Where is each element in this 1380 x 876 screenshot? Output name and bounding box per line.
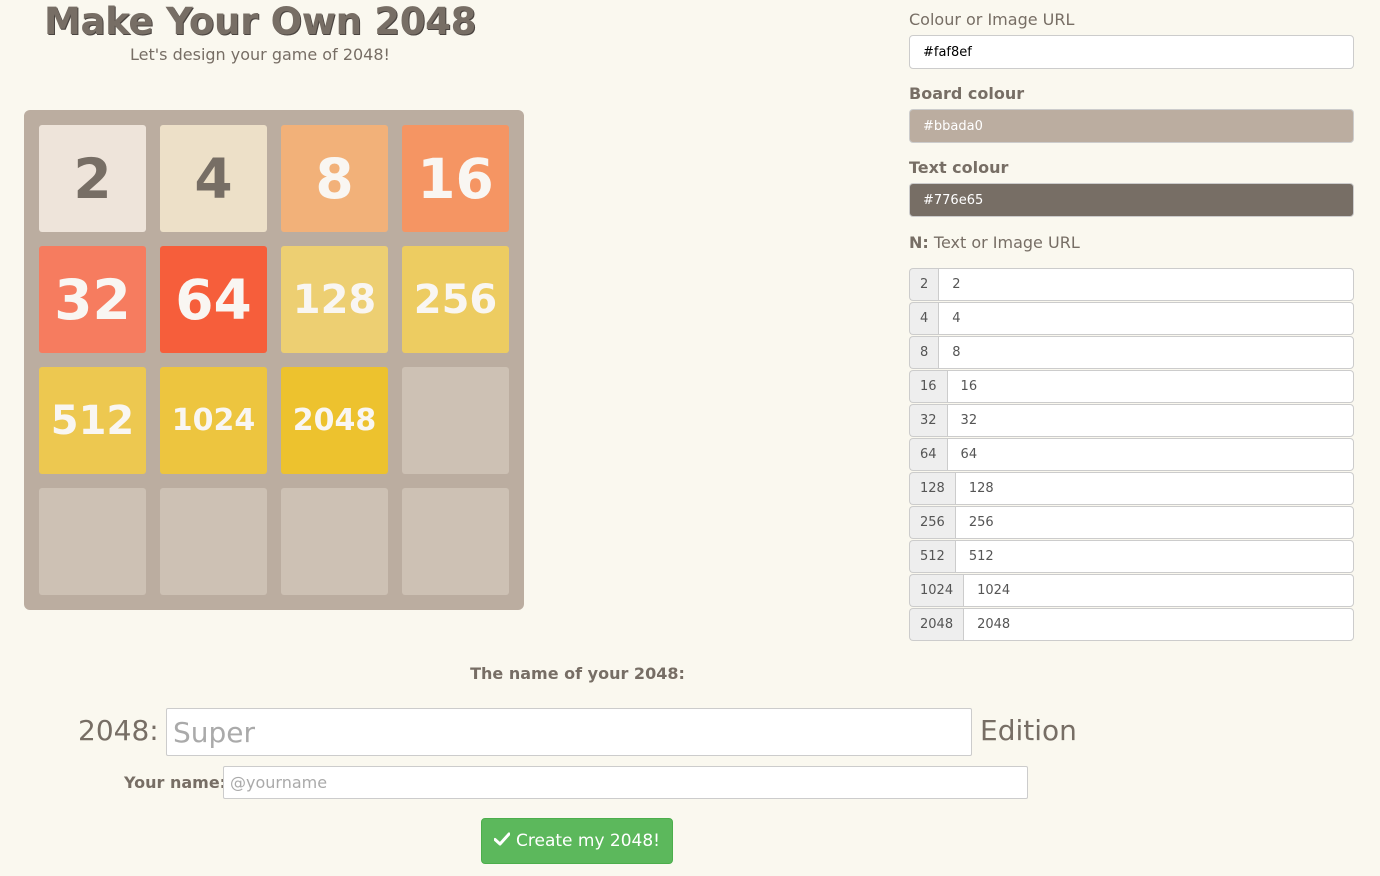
tile-content-input[interactable]: 8 (938, 336, 1354, 369)
tile-content-input[interactable]: 1024 (963, 574, 1354, 607)
tile-content-input[interactable]: 2048 (963, 608, 1354, 641)
tile-content-row-32: 32 32 (909, 404, 1354, 437)
tile-content-row-4: 44 (909, 302, 1354, 335)
empty-cell (402, 367, 509, 474)
tile-content-row-64: 64 64 (909, 438, 1354, 471)
background-colour-label: Colour or Image URL (909, 10, 1075, 29)
tile-128: 128 (281, 246, 388, 353)
empty-cell (402, 488, 509, 595)
tile-content-input[interactable]: 512 (954, 540, 1354, 573)
empty-cell (281, 488, 388, 595)
tile-8: 8 (281, 125, 388, 232)
tile-number-addon: 64 (909, 438, 947, 471)
tile-content-label: N: Text or Image URL (909, 233, 1080, 252)
empty-cell (39, 488, 146, 595)
tile-content-label-prefix: N: (909, 233, 929, 252)
board-colour-input[interactable]: #bbada0 (909, 109, 1354, 143)
tile-number-addon: 2 (909, 268, 939, 301)
tile-content-row-2048: 2048 2048 (909, 608, 1354, 641)
tile-content-row-2: 22 (909, 268, 1354, 301)
text-colour-input[interactable]: #776e65 (909, 183, 1354, 217)
tile-4: 4 (160, 125, 267, 232)
tile-256: 256 (402, 246, 509, 353)
text-colour-label: Text colour (909, 158, 1009, 177)
tile-content-label-text: Text or Image URL (933, 233, 1080, 252)
tile-content-row-256: 256 256 (909, 506, 1354, 539)
game-board: 2 4 8 16 32 64 128 256 512 1024 2048 (24, 110, 524, 610)
tile-content-input[interactable]: 256 (954, 506, 1354, 539)
tile-content-input[interactable]: 2 (938, 268, 1354, 301)
tile-content-row-128: 128 128 (909, 472, 1354, 505)
tile-64: 64 (160, 246, 267, 353)
tile-16: 16 (402, 125, 509, 232)
background-colour-input[interactable]: #faf8ef (909, 35, 1354, 69)
tile-content-row-1024: 1024 1024 (909, 574, 1354, 607)
check-icon (493, 831, 511, 851)
tile-content-row-16: 16 16 (909, 370, 1354, 403)
page-subtitle: Let's design your game of 2048! (130, 45, 390, 64)
tile-content-input[interactable]: 64 (946, 438, 1354, 471)
your-name-input[interactable]: @yourname (223, 766, 1028, 799)
page-title: Make Your Own 2048 (43, 0, 477, 43)
tile-content-input[interactable]: 128 (954, 472, 1354, 505)
tile-content-row-8: 88 (909, 336, 1354, 369)
tile-number-addon: 2048 (909, 608, 964, 641)
tile-number-addon: 32 (909, 404, 947, 437)
edition-name-input[interactable]: Super (166, 708, 972, 756)
tile-content-input[interactable]: 32 (946, 404, 1354, 437)
tile-number-addon: 1024 (909, 574, 964, 607)
empty-cell (160, 488, 267, 595)
board-colour-label: Board colour (909, 84, 1025, 103)
tile-number-addon: 512 (909, 540, 955, 573)
tile-content-row-512: 512 512 (909, 540, 1354, 573)
your-name-label: Your name: (124, 773, 227, 792)
create-button-label: Create my 2048! (516, 831, 660, 851)
tile-1024: 1024 (160, 367, 267, 474)
tile-number-addon: 256 (909, 506, 955, 539)
tile-32: 32 (39, 246, 146, 353)
tile-2048: 2048 (281, 367, 388, 474)
create-button[interactable]: Create my 2048! (481, 818, 673, 864)
tile-content-input[interactable]: 4 (938, 302, 1354, 335)
name-heading: The name of your 2048: (470, 664, 685, 683)
edition-suffix: Edition (980, 714, 1077, 747)
tile-number-addon: 4 (909, 302, 939, 335)
tile-2: 2 (39, 125, 146, 232)
tile-number-addon: 128 (909, 472, 955, 505)
edition-prefix: 2048: (78, 714, 159, 747)
tile-number-addon: 8 (909, 336, 939, 369)
tile-number-addon: 16 (909, 370, 947, 403)
tile-content-input[interactable]: 16 (946, 370, 1354, 403)
tile-512: 512 (39, 367, 146, 474)
